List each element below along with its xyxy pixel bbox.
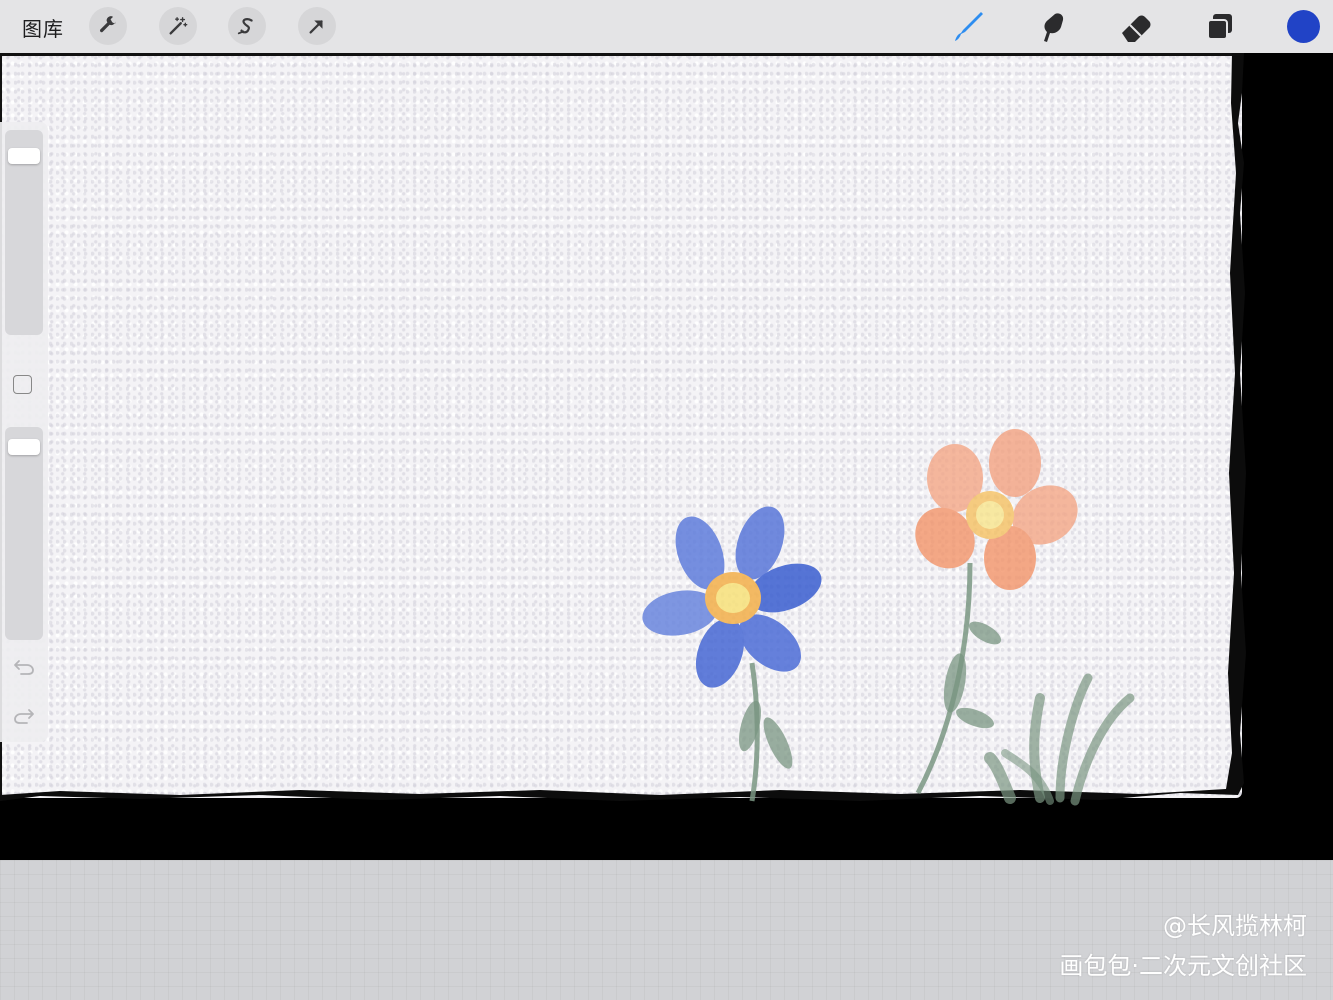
watermark-author: @长风揽林柯 (1163, 912, 1307, 940)
magic-wand-icon (169, 17, 188, 35)
opacity-slider[interactable] (5, 427, 43, 640)
flower-illustration (642, 429, 1135, 806)
smudge-icon (1044, 13, 1064, 42)
layers-icon (1207, 14, 1232, 40)
opacity-knob[interactable] (8, 439, 40, 455)
canvas-area[interactable] (0, 53, 1333, 860)
wrench-icon (99, 16, 116, 33)
smudge-tool-button[interactable] (1032, 8, 1072, 46)
selection-button[interactable] (228, 7, 266, 45)
gallery-button[interactable]: 图库 (22, 13, 64, 42)
watermark-site: 画包包·二次元文创社区 (1059, 952, 1307, 980)
redo-icon[interactable] (13, 706, 35, 731)
eraser-icon (1122, 15, 1151, 42)
undo-icon[interactable] (13, 657, 35, 682)
left-slider-panel (0, 122, 48, 742)
adjustments-button[interactable] (159, 7, 197, 45)
selection-icon (237, 18, 253, 35)
actions-button[interactable] (89, 7, 127, 45)
workspace-bottom: @长风揽林柯 画包包·二次元文创社区 (0, 860, 1333, 1000)
eraser-tool-button[interactable] (1116, 8, 1156, 46)
layers-button[interactable] (1200, 8, 1240, 46)
brush-icon (955, 12, 983, 41)
transform-arrow-icon (309, 20, 323, 34)
brush-size-knob[interactable] (8, 148, 40, 164)
brush-size-slider[interactable] (5, 130, 43, 335)
transform-button[interactable] (298, 7, 336, 45)
brush-tool-button[interactable] (948, 8, 988, 46)
color-picker-button[interactable] (1287, 10, 1320, 43)
top-toolbar: 图库 (0, 0, 1333, 53)
modify-square-icon[interactable] (13, 375, 32, 394)
